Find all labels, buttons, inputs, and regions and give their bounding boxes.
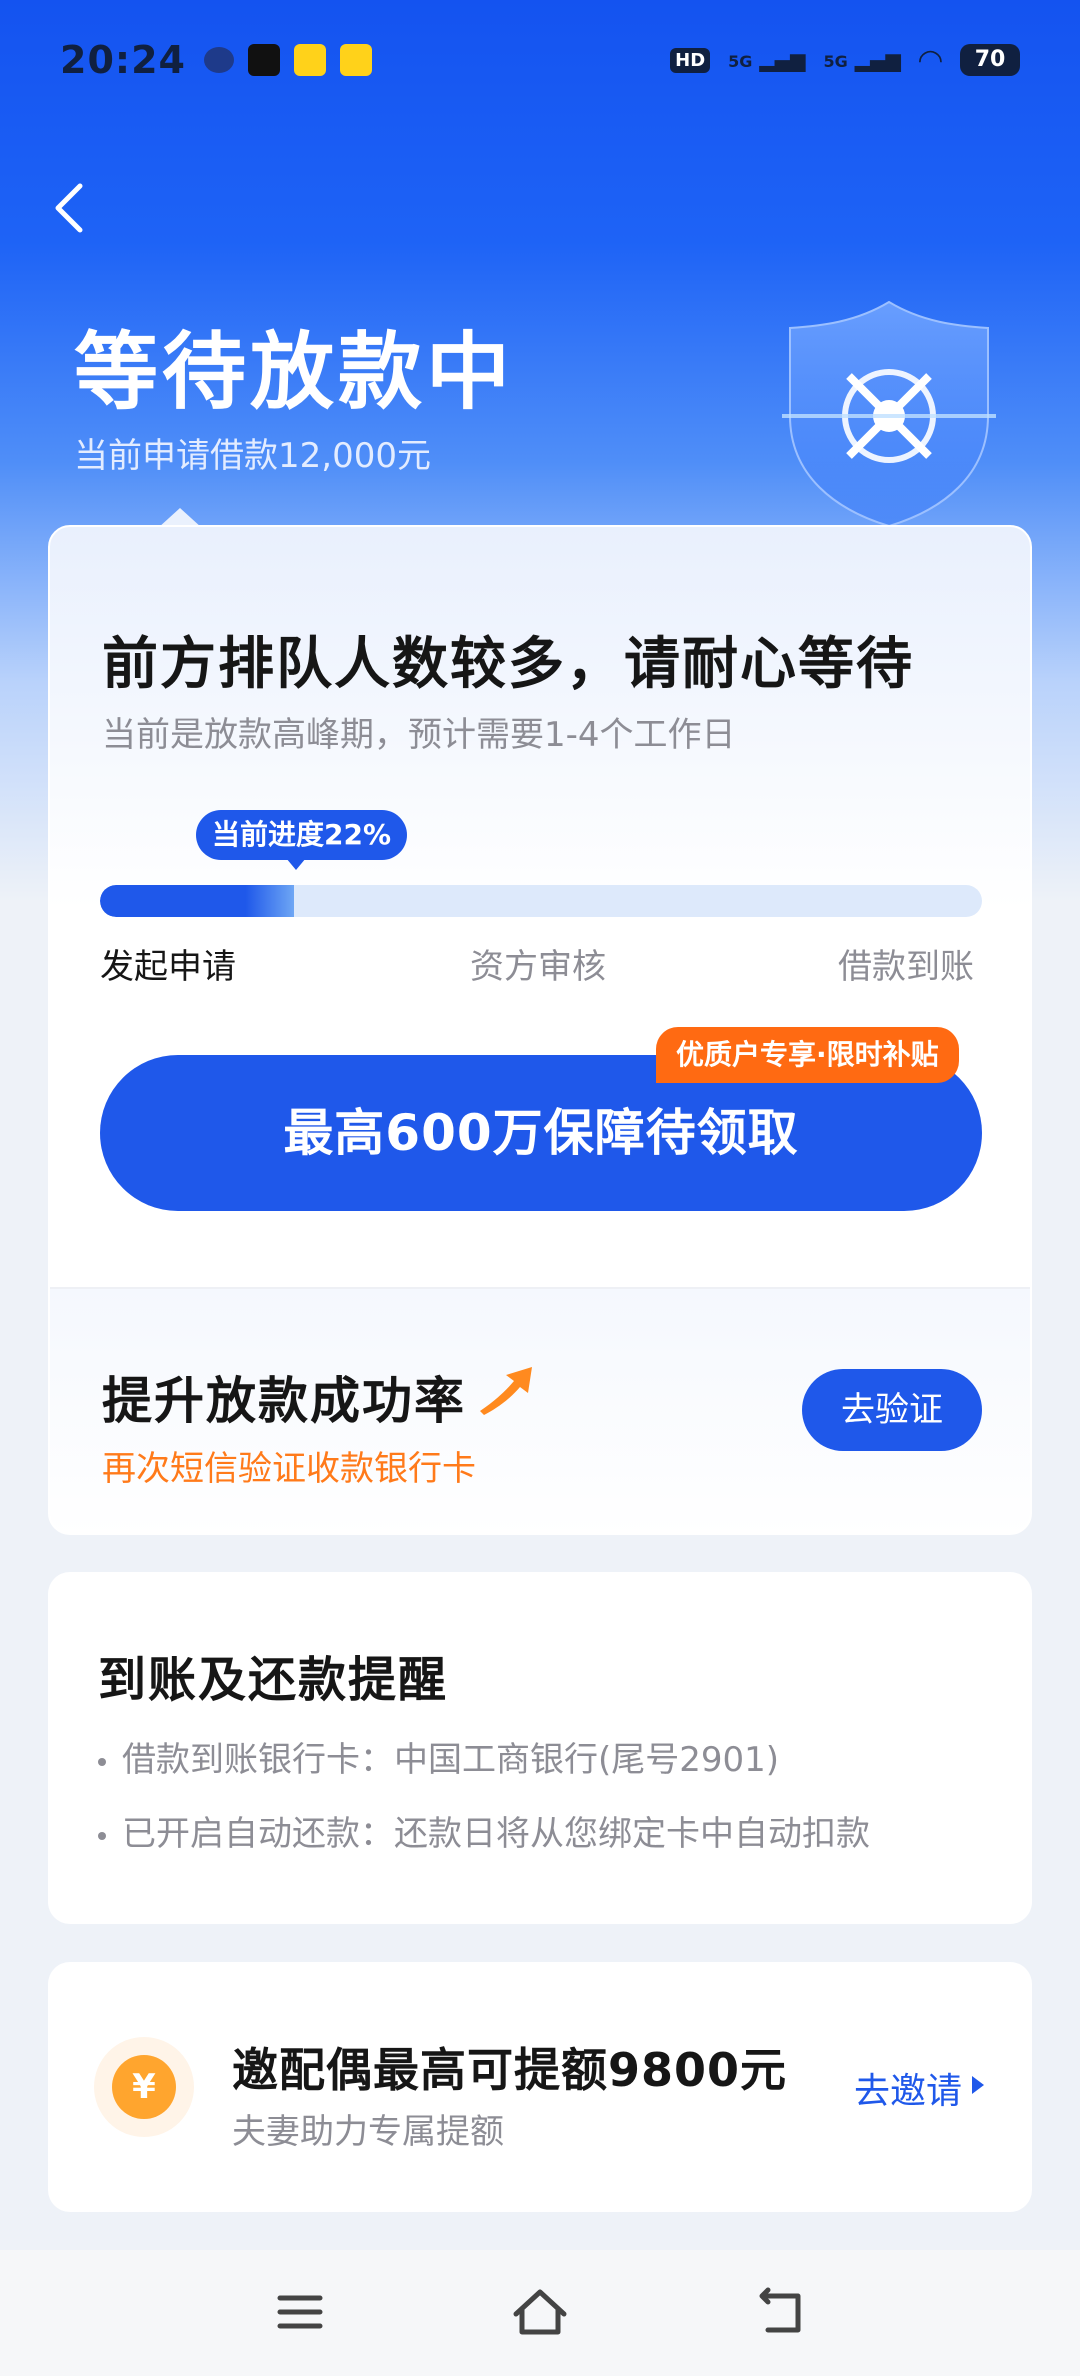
bullet-icon (98, 1831, 106, 1840)
arrow-up-right-icon (480, 1367, 532, 1415)
queue-title: 前方排队人数较多，请耐心等待 (102, 632, 914, 697)
shield-icon (782, 300, 996, 528)
back-nav-icon[interactable] (748, 2280, 812, 2344)
soul-app-icon (247, 44, 280, 76)
promo-tag: 优质户专享·限时补贴 (656, 1027, 959, 1083)
verify-section: 提升放款成功率 再次短信验证收款银行卡 去验证 (50, 1289, 1030, 1533)
status-time: 20:24 (60, 38, 186, 82)
progress-bar (100, 885, 982, 917)
message-icon (203, 47, 234, 73)
weibo-app-icon (293, 44, 326, 76)
signal-icon: 5G ▂▄▆ (728, 48, 806, 72)
progress-tooltip: 当前进度22% (196, 810, 408, 870)
reminder-title: 到账及还款提醒 (98, 1652, 449, 1708)
status-indicators: HD 5G ▂▄▆ 5G ▂▄▆ ◠ 70 (670, 43, 1020, 78)
loan-amount-subtitle: 当前申请借款12,000元 (74, 436, 431, 476)
step-submit: 发起申请 (100, 947, 236, 987)
page-title: 等待放款中 (74, 323, 515, 421)
progress-card: 前方排队人数较多，请耐心等待 当前是放款高峰期，预计需要1-4个工作日 当前进度… (48, 525, 1032, 1535)
wifi-icon: ◠ (918, 42, 942, 78)
signal-icon-2: 5G ▂▄▆ (823, 48, 901, 72)
reminder-item: 借款到账银行卡：中国工商银行(尾号2901) (98, 1732, 779, 1781)
back-button[interactable] (40, 180, 96, 236)
reminder-card: 到账及还款提醒 借款到账银行卡：中国工商银行(尾号2901) 已开启自动还款：还… (48, 1572, 1032, 1924)
caret-right-icon (972, 2076, 984, 2094)
news-app-icon (339, 44, 372, 76)
yuan-coin: ¥ (112, 2055, 176, 2119)
battery-icon: 70 (960, 44, 1020, 76)
chevron-left-icon (55, 183, 83, 233)
progress-fill (100, 885, 295, 917)
hd-icon: HD (670, 47, 711, 73)
home-icon[interactable] (508, 2280, 572, 2344)
coin-icon: ¥ (94, 2037, 194, 2137)
system-nav-bar (0, 2250, 1080, 2376)
reminder-item: 已开启自动还款：还款日将从您绑定卡中自动扣款 (98, 1806, 870, 1855)
verify-subtitle: 再次短信验证收款银行卡 (102, 1449, 476, 1489)
menu-icon[interactable] (268, 2280, 332, 2344)
verify-title: 提升放款成功率 (102, 1372, 466, 1430)
signal-label-2: 5G (823, 52, 848, 71)
bullet-icon (98, 1757, 106, 1766)
reminder-item-text: 借款到账银行卡：中国工商银行(尾号2901) (122, 1740, 780, 1780)
step-arrival: 借款到账 (838, 947, 974, 987)
status-bar: 20:24 HD 5G ▂▄▆ 5G ▂▄▆ ◠ 70 (0, 0, 1080, 120)
invite-link[interactable]: 去邀请 (854, 2062, 962, 2114)
signal-label: 5G (728, 52, 753, 71)
queue-subtitle: 当前是放款高峰期，预计需要1-4个工作日 (102, 715, 736, 755)
reminder-item-text: 已开启自动还款：还款日将从您绑定卡中自动扣款 (122, 1814, 870, 1854)
invite-subtitle: 夫妻助力专属提额 (232, 2112, 504, 2152)
invite-card[interactable]: ¥ 邀配偶最高可提额9800元 夫妻助力专属提额 去邀请 (48, 1962, 1032, 2212)
invite-title: 邀配偶最高可提额9800元 (232, 2043, 788, 2097)
verify-button[interactable]: 去验证 (802, 1369, 982, 1451)
step-review: 资方审核 (470, 947, 606, 987)
